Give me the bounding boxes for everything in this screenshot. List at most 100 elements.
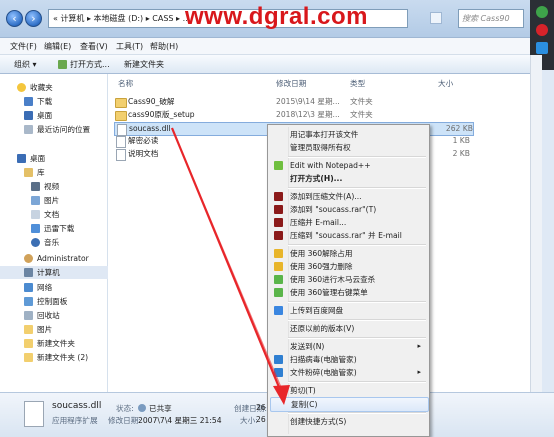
nav-administrator[interactable]: Administrator [0,252,108,265]
menu-separator [288,337,426,339]
nav-documents[interactable]: 文档 [0,208,108,221]
menu-file[interactable]: 文件(F) [10,41,37,52]
column-size[interactable]: 大小 [438,78,453,89]
nav-videos[interactable]: 视频 [0,180,108,193]
app-icon[interactable] [536,24,548,36]
file-type: 文件夹 [350,110,373,119]
nav-recent[interactable]: 最近访问的位置 [0,123,108,136]
context-menu-item[interactable]: 复制(C) [270,397,429,412]
picture-icon [31,196,40,205]
new-folder-button[interactable]: 新建文件夹 [124,59,164,70]
file-size: 2 KB [452,149,470,158]
column-date[interactable]: 修改日期 [276,78,306,89]
nav-libraries[interactable]: 库 [0,166,108,179]
context-menu-item[interactable]: 发送到(N) ▸ [270,340,427,353]
watermark: www.dgral.com [185,3,368,30]
details-filename: soucass.dll [52,401,102,411]
winrar-icon [274,192,283,201]
context-menu-item[interactable]: 用记事本打开该文件 [270,128,427,141]
nav-control-panel[interactable]: 控制面板 [0,295,108,308]
column-name[interactable]: 名称 [118,78,133,89]
folder-icon [115,98,127,108]
app-icon[interactable] [536,6,548,18]
navigation-pane: 收藏夹 下载 桌面 最近访问的位置 桌面 库 视频 图片 文档 迅雷下载 音乐 [0,74,108,392]
context-menu-item[interactable]: 压缩并 E-mail... [270,216,427,229]
menu-tools[interactable]: 工具(T) [116,41,143,52]
context-menu-item[interactable]: 扫描病毒(电脑管家) [270,353,427,366]
text-file-icon [116,149,126,161]
nav-computer[interactable]: 计算机 [0,266,108,279]
context-menu-item[interactable]: 文件粉碎(电脑管家) ▸ [270,366,427,379]
context-menu-item[interactable]: 添加到 "soucass.rar"(T) [270,203,427,216]
context-menu-item[interactable]: 创建快捷方式(S) [270,415,427,428]
menu-help[interactable]: 帮助(H) [150,41,178,52]
nav-desktop[interactable]: 桌面 [0,152,108,165]
nav-downloads[interactable]: 下载 [0,95,108,108]
modified-label: 修改日期: [108,416,141,425]
nav-label: Administrator [37,254,89,263]
column-type[interactable]: 类型 [350,78,365,89]
nav-label: 桌面 [37,111,53,120]
computer-icon [24,268,33,277]
star-icon [17,83,26,92]
file-type: 文件夹 [350,97,373,106]
nav-label: 图片 [37,325,53,334]
download-icon [24,97,33,106]
folder-icon [24,353,33,362]
nav-new-folder[interactable]: 新建文件夹 [0,337,108,350]
context-menu-item[interactable]: 打开方式(H)... [270,172,427,185]
nav-desktop-fav[interactable]: 桌面 [0,109,108,122]
context-menu-item[interactable]: 压缩到 "soucass.rar" 并 E-mail [270,229,427,242]
nav-thunder[interactable]: 迅雷下载 [0,222,108,235]
vertical-scrollbar[interactable] [530,55,542,392]
nav-recycle-bin[interactable]: 回收站 [0,309,108,322]
context-menu-item[interactable]: 还原以前的版本(V) [270,322,427,335]
nav-network[interactable]: 网络 [0,281,108,294]
music-icon [31,238,40,247]
winrar-icon [274,205,283,214]
modified-value: 2007\7\4 星期三 21:54 [138,416,222,425]
nav-pictures-folder[interactable]: 图片 [0,323,108,336]
folder-icon [24,325,33,334]
file-row[interactable]: Cass90_破解 2015\9\14 星期... 文件夹 [114,96,470,108]
folder-icon [24,339,33,348]
context-menu-item[interactable]: 上传到百度网盘 [270,304,427,317]
nav-favorites[interactable]: 收藏夹 [0,81,108,94]
context-menu-label: 创建快捷方式(S) [290,417,347,426]
open-with-button[interactable]: 打开方式... [70,59,110,70]
context-menu-label: Edit with Notepad++ [290,161,371,170]
nav-label: 回收站 [37,311,60,320]
file-name: Cass90_破解 [128,97,175,106]
context-menu-item[interactable]: Edit with Notepad++ [270,159,427,172]
nav-label: 控制面板 [37,297,68,306]
submenu-arrow-icon: ▸ [417,342,421,350]
nav-new-folder-2[interactable]: 新建文件夹 (2) [0,351,108,364]
user-icon [24,254,33,263]
nav-label: 网络 [37,283,53,292]
menu-separator [288,381,426,383]
organize-button[interactable]: 组织 ▾ [14,59,37,70]
shared-users-icon [138,404,146,412]
context-menu-label: 压缩到 "soucass.rar" 并 E-mail [290,231,402,240]
file-row[interactable]: cass90原版_setup 2018\12\3 星期... 文件夹 [114,109,470,121]
context-menu-label: 上传到百度网盘 [290,306,344,315]
context-menu-item[interactable]: 使用 360强力删除 [270,260,427,273]
nav-pictures[interactable]: 图片 [0,194,108,207]
context-menu-item[interactable]: 添加到压缩文件(A)... [270,190,427,203]
forward-icon[interactable]: › [25,10,42,27]
context-menu-item[interactable]: 剪切(T) [270,384,427,397]
menu-edit[interactable]: 编辑(E) [44,41,71,52]
context-menu-item[interactable]: 使用 360管理右键菜单 [270,286,427,299]
360-icon [274,262,283,271]
app-icon[interactable] [536,42,548,54]
context-menu-item[interactable]: 使用 360解除占用 [270,247,427,260]
library-icon [24,168,33,177]
menu-view[interactable]: 查看(V) [80,41,108,52]
back-icon[interactable]: ‹ [6,10,23,27]
winrar-icon [274,218,283,227]
context-menu-item[interactable]: 管理员取得所有权 [270,141,427,154]
context-menu-item[interactable]: 使用 360进行木马云查杀 [270,273,427,286]
nav-music[interactable]: 音乐 [0,236,108,249]
context-menu-label: 扫描病毒(电脑管家) [290,355,357,364]
state-label: 状态: [116,404,134,413]
